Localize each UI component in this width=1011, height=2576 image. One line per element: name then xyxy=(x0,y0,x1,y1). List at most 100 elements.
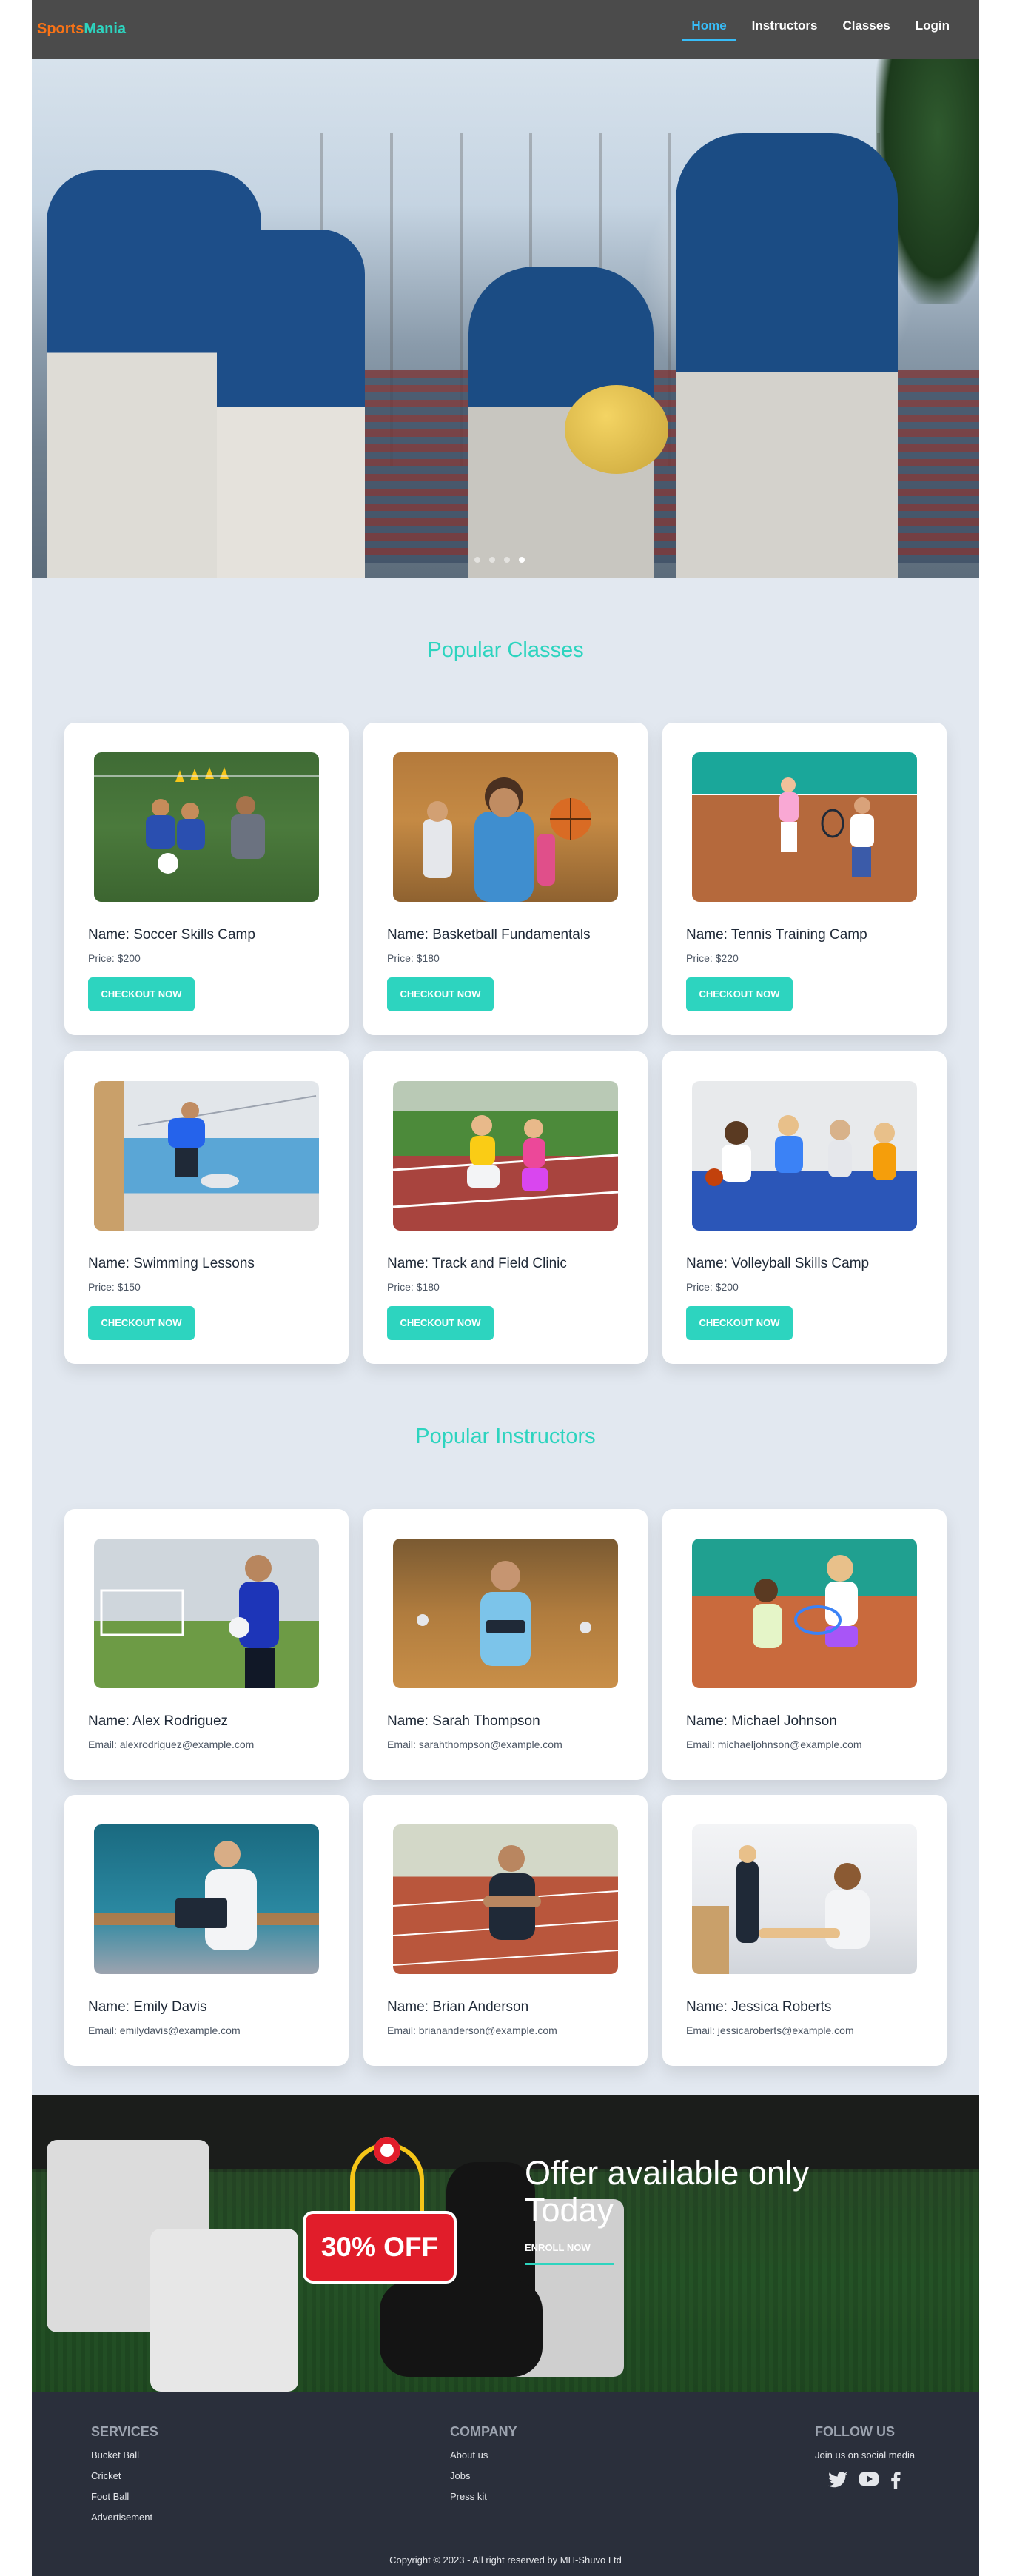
instructors-section-title: Popular Instructors xyxy=(415,1425,596,1448)
social-icons xyxy=(828,2472,901,2489)
nav-classes[interactable]: Classes xyxy=(833,19,899,41)
navbar: SportsMania Home Instructors Classes Log… xyxy=(32,0,979,59)
classes-section-title: Popular Classes xyxy=(427,638,584,662)
footer: SERVICES Bucket Ball Cricket Foot Ball A… xyxy=(32,2392,979,2576)
class-name: Name: Soccer Skills Camp xyxy=(88,927,255,943)
track-coach-photo xyxy=(393,1845,618,1966)
class-image xyxy=(393,752,618,902)
instructor-card: Name: Emily Davis Email: emilydavis@exam… xyxy=(64,1795,349,2066)
nav-instructors[interactable]: Instructors xyxy=(743,19,827,41)
instructor-name: Name: Sarah Thompson xyxy=(387,1713,540,1729)
instructor-name: Name: Alex Rodriguez xyxy=(88,1713,229,1729)
footer-social-text: Join us on social media xyxy=(815,2449,916,2460)
youtube-icon[interactable] xyxy=(859,2472,879,2486)
tennis-coach-photo xyxy=(753,1555,858,1648)
carousel-dot-4[interactable] xyxy=(519,557,525,563)
instructor-name: Name: Michael Johnson xyxy=(686,1713,837,1729)
footer-link-press-kit[interactable]: Press kit xyxy=(450,2491,487,2502)
nav-login[interactable]: Login xyxy=(907,19,958,41)
instructor-email: Email: briananderson@example.com xyxy=(387,2024,557,2036)
instructor-name: Name: Emily Davis xyxy=(88,1999,207,2015)
class-name: Name: Volleyball Skills Camp xyxy=(686,1256,870,1271)
tennis-kids-photo xyxy=(692,777,917,877)
logo-part-mania: Mania xyxy=(84,21,127,37)
instructor-card: Name: Alex Rodriguez Email: alexrodrigue… xyxy=(64,1509,349,1780)
offer-shoe-2 xyxy=(380,2281,543,2377)
class-card: Name: Track and Field Clinic Price: $180… xyxy=(363,1051,648,1364)
instructor-image xyxy=(393,1824,618,1974)
footer-link-about[interactable]: About us xyxy=(450,2449,488,2460)
instructor-image xyxy=(692,1539,917,1688)
footer-link-bucket-ball[interactable]: Bucket Ball xyxy=(91,2449,139,2460)
class-price: Price: $150 xyxy=(88,1281,141,1293)
nav-menu: Home Instructors Classes Login xyxy=(675,19,958,41)
site-logo[interactable]: SportsMania xyxy=(37,21,126,38)
instructor-card: Name: Sarah Thompson Email: sarahthompso… xyxy=(363,1509,648,1780)
footer-company-title: COMPANY xyxy=(450,2424,517,2439)
carousel-dot-1[interactable] xyxy=(474,557,480,563)
instructor-email: Email: jessicaroberts@example.com xyxy=(686,2024,854,2036)
footer-link-jobs[interactable]: Jobs xyxy=(450,2470,470,2481)
offer-title: Offer available only Today xyxy=(525,2154,810,2229)
checkout-button[interactable]: CHECKOUT NOW xyxy=(387,977,494,1011)
class-price: Price: $180 xyxy=(387,952,440,964)
instructor-image xyxy=(94,1539,319,1688)
offer-banner: 30% OFF Offer available only Today ENROL… xyxy=(32,2095,979,2392)
instructor-name: Name: Brian Anderson xyxy=(387,1999,529,2015)
soccer-kids-photo xyxy=(94,767,319,874)
instructor-email: Email: alexrodriguez@example.com xyxy=(88,1739,255,1750)
checkout-button[interactable]: CHECKOUT NOW xyxy=(88,1306,195,1340)
class-name: Name: Basketball Fundamentals xyxy=(387,927,591,943)
hero-carousel[interactable] xyxy=(32,59,979,578)
class-name: Name: Swimming Lessons xyxy=(88,1256,255,1271)
class-image xyxy=(94,1081,319,1231)
checkout-button[interactable]: CHECKOUT NOW xyxy=(88,977,195,1011)
nav-home[interactable]: Home xyxy=(682,19,736,41)
class-image xyxy=(692,752,917,902)
volleyball-kids-photo xyxy=(705,1115,896,1186)
class-price: Price: $200 xyxy=(88,952,141,964)
instructor-card: Name: Michael Johnson Email: michaeljohn… xyxy=(662,1509,947,1780)
offer-jersey-2 xyxy=(150,2229,298,2392)
class-price: Price: $200 xyxy=(686,1281,739,1293)
footer-link-cricket[interactable]: Cricket xyxy=(91,2470,121,2481)
class-card: Name: Tennis Training Camp Price: $220 C… xyxy=(662,723,947,1035)
carousel-dot-3[interactable] xyxy=(504,557,510,563)
tag-hole-icon xyxy=(374,2137,400,2164)
footer-services-title: SERVICES xyxy=(91,2424,158,2439)
facebook-icon[interactable] xyxy=(890,2472,901,2489)
discount-tag: 30% OFF xyxy=(306,2214,454,2281)
instructor-email: Email: michaeljohnson@example.com xyxy=(686,1739,862,1750)
page: SportsMania Home Instructors Classes Log… xyxy=(32,0,979,2576)
hero-player-4 xyxy=(676,133,898,578)
carousel-dot-2[interactable] xyxy=(489,557,495,563)
footer-link-advertisement[interactable]: Advertisement xyxy=(91,2512,152,2523)
instructor-image xyxy=(393,1539,618,1688)
instructor-name: Name: Jessica Roberts xyxy=(686,1999,832,2015)
class-price: Price: $180 xyxy=(387,1281,440,1293)
checkout-button[interactable]: CHECKOUT NOW xyxy=(387,1306,494,1340)
class-card: Name: Basketball Fundamentals Price: $18… xyxy=(363,723,648,1035)
class-name: Name: Track and Field Clinic xyxy=(387,1256,567,1271)
swimming-pool-photo xyxy=(94,1081,317,1231)
discount-label: 30% OFF xyxy=(320,2232,439,2262)
enroll-underline xyxy=(525,2263,614,2265)
instructor-card: Name: Jessica Roberts Email: jessicarobe… xyxy=(662,1795,947,2066)
class-price: Price: $220 xyxy=(686,952,739,964)
track-kids-photo xyxy=(393,1115,618,1208)
class-image xyxy=(692,1081,917,1231)
instructor-email: Email: emilydavis@example.com xyxy=(88,2024,241,2036)
checkout-button[interactable]: CHECKOUT NOW xyxy=(686,1306,793,1340)
twitter-icon[interactable] xyxy=(828,2472,847,2488)
instructor-email: Email: sarahthompson@example.com xyxy=(387,1739,562,1750)
class-card: Name: Swimming Lessons Price: $150 CHECK… xyxy=(64,1051,349,1364)
gym-coach-photo xyxy=(417,1561,591,1666)
enroll-now-button[interactable]: ENROLL NOW xyxy=(525,2242,591,2259)
gymnastics-coach-photo xyxy=(692,1845,870,1974)
logo-part-sports: Sports xyxy=(37,21,84,37)
checkout-button[interactable]: CHECKOUT NOW xyxy=(686,977,793,1011)
hero-ball xyxy=(565,385,668,474)
footer-link-foot-ball[interactable]: Foot Ball xyxy=(91,2491,129,2502)
class-image xyxy=(94,752,319,902)
class-image xyxy=(393,1081,618,1231)
